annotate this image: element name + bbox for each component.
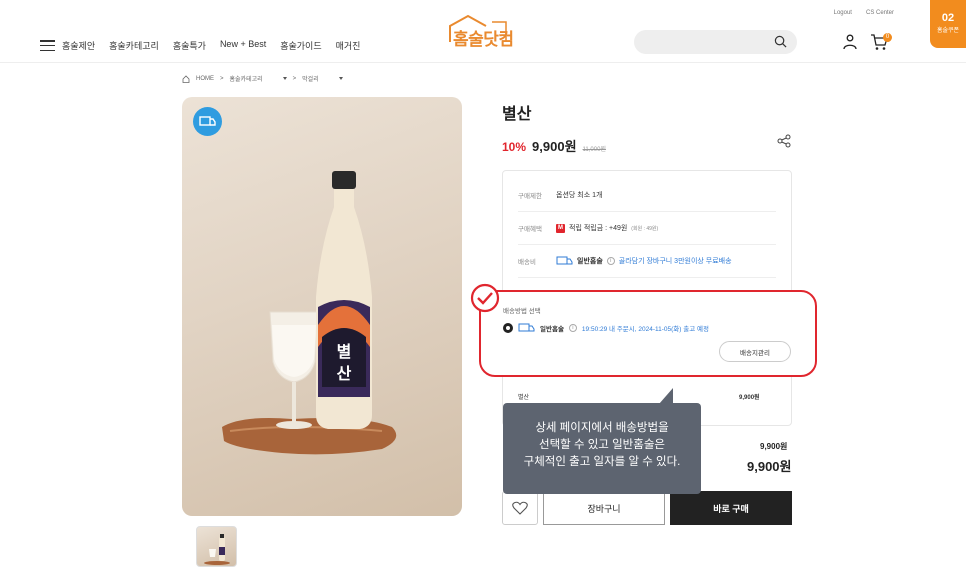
nav-item-suggest[interactable]: 홈술제안 — [62, 39, 95, 52]
tooltip-arrow — [659, 388, 673, 404]
delivery-type: 일반홈술 — [577, 258, 603, 265]
delivery-schedule: 19:50:29 내 주문시, 2024-11-05(화) 출고 예정 — [581, 326, 709, 333]
breadcrumb-subcategory: 막걸리 — [302, 77, 319, 83]
menu-icon[interactable] — [40, 40, 55, 51]
info-icon[interactable]: i — [606, 257, 615, 265]
purchase-benefit-label: 구매혜택 — [518, 226, 542, 233]
buy-now-button[interactable]: 바로 구매 — [670, 491, 792, 525]
breadcrumb-home[interactable]: HOME — [196, 76, 214, 82]
subtotal-price: 9,900원 — [760, 442, 788, 451]
main-nav: 홈술제안 홈술카테고리 홈술특가 New + Best 홈술가이드 매거진 — [62, 39, 360, 52]
truck-icon — [518, 323, 535, 332]
breadcrumb-separator: > — [292, 75, 297, 82]
delivery-method-highlight: 배송방법 선택 일반홈술 i 19:50:29 내 주문시, 2024-11-0… — [479, 290, 817, 377]
delivery-note: 골라담기 장바구니 3만원이상 무료배송 — [618, 258, 732, 265]
benefit-points: 적립 적립금 : +49원 — [569, 225, 628, 232]
breadcrumb-category-select[interactable]: 홈술카테고리 — [230, 74, 287, 83]
site-logo[interactable]: 홈술닷컴 — [446, 12, 522, 50]
tooltip-line: 선택할 수 있고 일반홈술은 — [539, 439, 665, 451]
option-price: 9,900원 — [739, 395, 760, 401]
thumbnail-illustration — [204, 534, 230, 565]
product-title: 별산 — [502, 106, 532, 123]
logout-link[interactable]: Logout — [834, 10, 852, 16]
breadcrumb-category: 홈술카테고리 — [229, 77, 263, 83]
purchase-limit-row: 구매제한 옵션당 최소 1개 — [518, 179, 776, 212]
product-photo-illustration: 별 산 — [222, 171, 397, 455]
sale-price: 9,900원 — [532, 139, 577, 154]
address-manage-button[interactable]: 배송지관리 — [719, 341, 791, 362]
breadcrumb-separator: > — [220, 75, 224, 82]
share-icon[interactable] — [777, 134, 791, 148]
add-to-cart-button[interactable]: 장바구니 — [543, 491, 665, 525]
check-circle-icon — [470, 283, 500, 313]
delivery-fee-row: 배송비 일반홈술 i 골라담기 장바구니 3만원이상 무료배송 — [518, 245, 776, 278]
search-icon[interactable] — [774, 35, 787, 48]
coupon-count: 02 — [941, 12, 955, 24]
tooltip-line: 구체적인 출고 일자를 알 수 있다. — [523, 456, 681, 468]
radio-button[interactable] — [503, 323, 513, 333]
search-bar[interactable] — [634, 30, 797, 54]
original-price: 11,000원 — [582, 147, 606, 153]
cart-count-badge: 0 — [883, 33, 892, 42]
delivery-method-option[interactable]: 일반홈술 i 19:50:29 내 주문시, 2024-11-05(화) 출고 … — [503, 323, 709, 333]
truck-icon — [556, 256, 573, 265]
bottle-label-top: 별 — [337, 342, 352, 361]
heart-icon — [512, 501, 528, 515]
purchase-benefit-row: 구매혜택 M 적립 적립금 : +49원 (회원 : 49원) — [518, 212, 776, 245]
price-row: 10% 9,900원 11,000원 — [502, 136, 606, 155]
home-icon[interactable] — [182, 74, 190, 83]
delivery-method-title: 배송방법 선택 — [503, 308, 541, 315]
shipping-badge — [193, 107, 222, 136]
option-name: 별산 — [518, 395, 530, 401]
tooltip-line: 상세 페이지에서 배송방법을 — [535, 422, 669, 434]
breadcrumb: HOME > 홈술카테고리 > 막걸리 — [182, 74, 343, 83]
utility-links: Logout CS Center — [834, 10, 894, 16]
nav-item-deals[interactable]: 홈술특가 — [173, 39, 206, 52]
header-divider — [0, 62, 966, 63]
benefit-note: (회원 : 49원) — [631, 225, 659, 232]
chevron-down-icon — [282, 77, 287, 80]
discount-rate: 10% — [502, 140, 527, 154]
option-row: 별산 9,900원 — [518, 392, 760, 401]
delivery-fee-label: 배송비 — [518, 259, 536, 266]
info-icon[interactable]: i — [568, 324, 577, 332]
delivery-method-name: 일반홈술 — [540, 326, 564, 333]
product-thumbnail[interactable] — [196, 526, 237, 567]
user-icon[interactable] — [842, 34, 858, 50]
truck-icon — [199, 116, 216, 126]
nav-item-new-best[interactable]: New + Best — [220, 39, 266, 52]
annotation-tooltip: 상세 페이지에서 배송방법을 선택할 수 있고 일반홈술은 구체적인 출고 일자… — [503, 403, 701, 494]
coupon-label: 홈술쿠폰 — [936, 28, 960, 34]
purchase-limit-label: 구매제한 — [518, 193, 542, 200]
cs-center-link[interactable]: CS Center — [866, 10, 894, 16]
purchase-limit-value: 옵션당 최소 1개 — [556, 192, 603, 199]
total-price: 9,900원 — [747, 459, 792, 474]
nav-item-guide[interactable]: 홈술가이드 — [280, 39, 321, 52]
chevron-down-icon — [338, 77, 343, 80]
nav-item-magazine[interactable]: 매거진 — [336, 39, 361, 52]
breadcrumb-subcategory-select[interactable]: 막걸리 — [302, 74, 343, 83]
logo-text: 홈술닷컴 — [453, 30, 514, 49]
wishlist-button[interactable] — [502, 491, 538, 525]
coupon-tab[interactable]: 02 홈술쿠폰 — [930, 0, 966, 48]
membership-badge: M — [556, 223, 565, 233]
bottle-label-bottom: 산 — [337, 364, 352, 383]
product-image: 별 산 — [182, 97, 462, 516]
nav-item-category[interactable]: 홈술카테고리 — [109, 39, 159, 52]
